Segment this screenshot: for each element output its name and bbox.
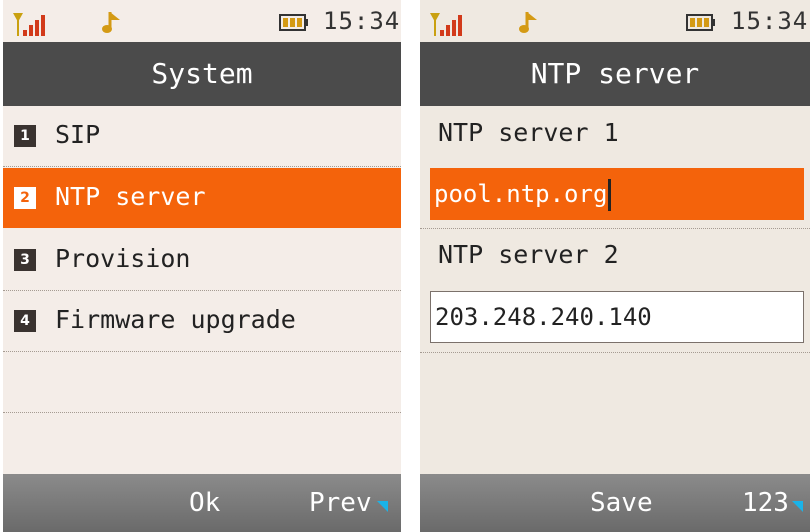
menu-item-label: NTP server <box>55 182 206 211</box>
ntp-server-screen: 15:34 NTP server NTP server 1 pool.ntp.o… <box>420 0 810 532</box>
page-title: System <box>3 42 401 106</box>
signal-strength-icon <box>13 13 45 36</box>
ntp-server-1-value: pool.ntp.org <box>434 180 608 208</box>
signal-strength-icon <box>430 13 462 36</box>
menu-number: 2 <box>14 187 36 209</box>
ntp-server-1-input[interactable]: pool.ntp.org <box>430 168 804 220</box>
softkey-arrow-icon <box>792 501 803 512</box>
menu-number: 4 <box>14 310 36 332</box>
menu-item-firmware-upgrade[interactable]: 4 Firmware upgrade <box>3 291 401 352</box>
prev-softkey[interactable]: Prev <box>309 474 372 532</box>
status-bar: 15:34 <box>3 0 401 42</box>
music-note-icon <box>102 12 120 33</box>
divider <box>420 228 810 229</box>
text-cursor <box>608 179 612 211</box>
menu-item-label: SIP <box>55 120 101 149</box>
menu-item-ntp-server[interactable]: 2 NTP server <box>3 168 401 228</box>
ntp-server-2-label: NTP server 2 <box>438 240 619 269</box>
divider <box>420 352 810 353</box>
clock: 15:34 <box>731 7 809 35</box>
input-mode-softkey[interactable]: 123 <box>742 474 789 532</box>
menu-number: 1 <box>14 125 36 147</box>
page-title: NTP server <box>420 42 810 106</box>
save-softkey[interactable]: Save <box>590 474 653 532</box>
battery-icon <box>686 14 715 31</box>
ok-softkey[interactable]: Ok <box>189 474 220 532</box>
menu-item-provision[interactable]: 3 Provision <box>3 230 401 291</box>
softkey-bar: Save 123 <box>420 474 810 532</box>
ntp-server-2-value: 203.248.240.140 <box>435 303 652 331</box>
music-note-icon <box>519 12 537 33</box>
ntp-server-2-input[interactable]: 203.248.240.140 <box>430 291 804 343</box>
clock: 15:34 <box>323 7 401 35</box>
menu-empty-row <box>3 352 401 413</box>
menu-number: 3 <box>14 249 36 271</box>
system-screen: 15:34 System 1 SIP 2 NTP server 3 Provis… <box>3 0 401 532</box>
softkey-arrow-icon <box>377 501 388 512</box>
status-bar: 15:34 <box>420 0 810 42</box>
menu-item-label: Provision <box>55 244 191 273</box>
menu-item-sip[interactable]: 1 SIP <box>3 106 401 167</box>
softkey-bar: Ok Prev <box>3 474 401 532</box>
ntp-server-1-label: NTP server 1 <box>438 118 619 147</box>
menu-item-label: Firmware upgrade <box>55 305 296 334</box>
battery-icon <box>279 14 308 31</box>
